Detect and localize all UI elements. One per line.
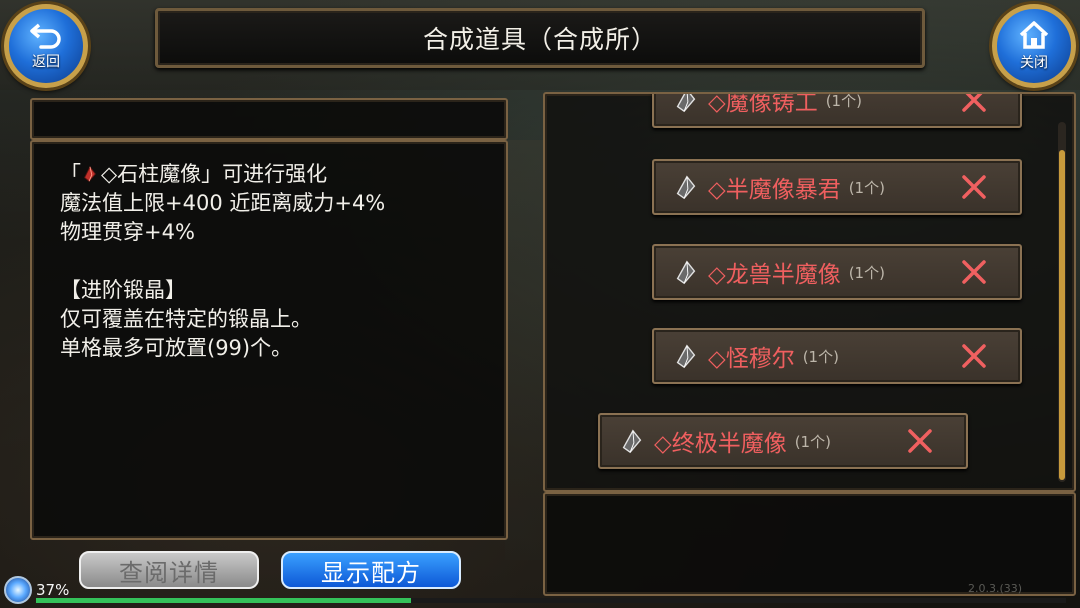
item-count: (1个) (848, 178, 885, 197)
crystal-icon (676, 260, 696, 285)
item-name: ◇半魔像暴君 (708, 177, 841, 203)
item-name: ◇魔像铸工 (708, 94, 818, 116)
show-recipe-button[interactable]: 显示配方 (281, 551, 461, 589)
crystal-icon (676, 175, 696, 200)
background-character-area (505, 140, 545, 560)
back-button[interactable]: 返回 (4, 4, 88, 88)
crystal-icon (676, 344, 696, 369)
bottom-info-panel (543, 492, 1076, 596)
version-text: 2.0.3.(33) (968, 582, 1023, 595)
crystal-list[interactable]: ◇魔像铸工 (1个) ◇半魔像暴君 (1个) ◇龙兽半魔像 (1个) ◇怪穆尔 … (545, 94, 1050, 490)
back-label: 返回 (32, 54, 60, 70)
desc-line-2: 魔法值上限+400 近距离威力+4% (60, 191, 386, 215)
list-item[interactable]: ◇魔像铸工 (1个) (652, 94, 1022, 128)
list-item[interactable]: ◇半魔像暴君 (1个) (652, 159, 1022, 215)
desc-line-3: 物理贯穿+4% (60, 220, 195, 244)
desc-spacer (60, 247, 500, 276)
crystal-icon (622, 429, 642, 454)
desc-line-1: 「◇石柱魔像」可进行强化 (60, 162, 328, 186)
desc-line-5: 仅可覆盖在特定的锻晶上。 (60, 307, 312, 331)
desc-line-4: 【进阶锻晶】 (60, 278, 186, 302)
status-indicator: 37% (4, 576, 69, 604)
home-icon (1019, 21, 1049, 49)
remove-icon[interactable] (960, 258, 988, 286)
item-count: (1个) (825, 94, 862, 110)
item-count: (1个) (848, 263, 885, 282)
crystal-icon (676, 94, 696, 113)
list-item[interactable]: ◇怪穆尔 (1个) (652, 328, 1022, 384)
list-item[interactable]: ◇龙兽半魔像 (1个) (652, 244, 1022, 300)
remove-icon[interactable] (960, 173, 988, 201)
item-count: (1个) (802, 347, 839, 366)
close-label: 关闭 (1020, 55, 1048, 71)
item-name: ◇终极半魔像 (654, 431, 787, 457)
desc-line-6: 单格最多可放置(99)个。 (60, 336, 293, 360)
progress-percent: 37% (36, 581, 70, 599)
remove-icon[interactable] (960, 342, 988, 370)
view-details-button[interactable]: 查阅详情 (79, 551, 259, 589)
remove-icon[interactable] (906, 427, 934, 455)
page-title: 合成道具（合成所） (422, 25, 657, 54)
list-item-selected[interactable]: ◇终极半魔像 (1个) (598, 413, 968, 469)
item-name: ◇龙兽半魔像 (708, 262, 841, 288)
crystal-icon (84, 165, 96, 182)
item-name: ◇怪穆尔 (708, 346, 795, 372)
title-bar: 合成道具（合成所） (155, 8, 925, 68)
back-arrow-icon (30, 23, 61, 49)
close-button[interactable]: 关闭 (992, 4, 1076, 88)
progress-bar (36, 598, 411, 603)
item-description: 「◇石柱魔像」可进行强化 魔法值上限+400 近距离威力+4% 物理贯穿+4% … (60, 160, 500, 363)
scrollbar-thumb[interactable] (1059, 150, 1065, 480)
item-count: (1个) (794, 432, 831, 451)
remove-icon[interactable] (960, 94, 988, 114)
info-header-panel (30, 98, 508, 140)
energy-orb-icon (4, 576, 32, 604)
